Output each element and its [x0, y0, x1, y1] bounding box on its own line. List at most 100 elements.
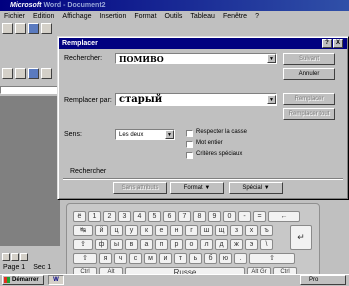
- key-2-3[interactable]: ц: [110, 225, 123, 236]
- format-button[interactable]: Format ▼: [170, 182, 224, 194]
- chevron-down-icon[interactable]: ▼: [165, 130, 174, 139]
- separator: [63, 178, 343, 180]
- whole-word-checkbox[interactable]: [186, 141, 193, 148]
- dialog-title: Remplacer: [59, 38, 347, 49]
- key-1-8[interactable]: 7: [178, 211, 191, 222]
- style-icon[interactable]: [2, 68, 13, 79]
- menu-fenetre[interactable]: Fenêtre: [223, 11, 247, 22]
- key-4-10[interactable]: ю: [219, 253, 232, 264]
- wildcards-checkbox[interactable]: [186, 152, 193, 159]
- close-icon[interactable]: X: [333, 39, 343, 48]
- key-2-9[interactable]: ш: [200, 225, 213, 236]
- key-3-13[interactable]: \: [260, 239, 273, 250]
- menu-tableau[interactable]: Tableau: [190, 11, 215, 22]
- replace-button[interactable]: Remplacer: [283, 93, 335, 105]
- menu-edition[interactable]: Edition: [33, 11, 54, 22]
- key-1-11[interactable]: 0: [223, 211, 236, 222]
- key-4-7[interactable]: т: [174, 253, 187, 264]
- key-4-3[interactable]: ч: [114, 253, 127, 264]
- key-4-4[interactable]: с: [129, 253, 142, 264]
- title-app: Microsoft: [10, 2, 42, 9]
- key-3-10[interactable]: д: [215, 239, 228, 250]
- status-page: Page 1: [3, 264, 26, 271]
- key-2-8[interactable]: г: [185, 225, 198, 236]
- layout-view-icon[interactable]: [11, 253, 19, 261]
- help-icon[interactable]: ?: [322, 39, 332, 48]
- key-4-8[interactable]: ь: [189, 253, 202, 264]
- replace-all-button[interactable]: Remplacer tout: [283, 108, 335, 120]
- direction-select[interactable]: Les deux ▼: [115, 129, 175, 140]
- menu-format[interactable]: Format: [134, 11, 156, 22]
- chevron-down-icon[interactable]: ▼: [267, 95, 276, 104]
- key-3-9[interactable]: л: [200, 239, 213, 250]
- normal-view-icon[interactable]: [2, 253, 10, 261]
- columns-icon[interactable]: [41, 68, 52, 79]
- key-1-13[interactable]: =: [253, 211, 266, 222]
- key-2-13[interactable]: ъ: [260, 225, 273, 236]
- key-4-1[interactable]: ⇧: [73, 253, 97, 264]
- key-3-11[interactable]: ж: [230, 239, 243, 250]
- font-icon[interactable]: [15, 68, 26, 79]
- key-4-9[interactable]: б: [204, 253, 217, 264]
- key-3-3[interactable]: ы: [110, 239, 123, 250]
- special-button[interactable]: Spécial ▼: [229, 182, 283, 194]
- key-3-6[interactable]: п: [155, 239, 168, 250]
- key-2-11[interactable]: з: [230, 225, 243, 236]
- key-3-1[interactable]: ⇪: [73, 239, 93, 250]
- replace-field[interactable]: старый ▼: [115, 93, 277, 106]
- ruler: [0, 86, 60, 94]
- match-case-checkbox[interactable]: [186, 130, 193, 137]
- key-2-4[interactable]: у: [125, 225, 138, 236]
- taskbar-word[interactable]: W: [48, 275, 64, 285]
- key-3-2[interactable]: ф: [95, 239, 108, 250]
- taskbar-pro[interactable]: Pro: [300, 275, 346, 285]
- key-1-9[interactable]: 8: [193, 211, 206, 222]
- key-1-3[interactable]: 2: [103, 211, 116, 222]
- menu-insertion[interactable]: Insertion: [99, 11, 126, 22]
- menu-affichage[interactable]: Affichage: [62, 11, 91, 22]
- open-folder-icon[interactable]: [15, 23, 26, 34]
- find-field[interactable]: ПОМИВО ▼: [115, 53, 277, 64]
- key-3-5[interactable]: а: [140, 239, 153, 250]
- key-3-12[interactable]: э: [245, 239, 258, 250]
- key-1-1[interactable]: ё: [73, 211, 86, 222]
- new-document-icon[interactable]: [2, 23, 13, 34]
- key-1-4[interactable]: 3: [118, 211, 131, 222]
- save-icon[interactable]: [28, 23, 39, 34]
- key-2-1[interactable]: ↹: [73, 225, 93, 236]
- start-button[interactable]: Démarrer: [2, 275, 44, 285]
- no-formatting-button[interactable]: Sans attributs: [113, 182, 167, 194]
- key-1-12[interactable]: -: [238, 211, 251, 222]
- key-1-7[interactable]: 6: [163, 211, 176, 222]
- key-1-14[interactable]: ←: [268, 211, 300, 222]
- key-4-11[interactable]: .: [234, 253, 247, 264]
- key-2-6[interactable]: е: [155, 225, 168, 236]
- menu-fichier[interactable]: Fichier: [4, 11, 25, 22]
- cancel-button[interactable]: Annuler: [283, 68, 335, 80]
- key-2-12[interactable]: х: [245, 225, 258, 236]
- key-2-10[interactable]: щ: [215, 225, 228, 236]
- enter-key[interactable]: ↵: [290, 225, 312, 250]
- menu-outils[interactable]: Outils: [165, 11, 183, 22]
- outline-view-icon[interactable]: [20, 253, 28, 261]
- key-3-8[interactable]: о: [185, 239, 198, 250]
- view-buttons: [0, 253, 40, 262]
- key-1-10[interactable]: 9: [208, 211, 221, 222]
- table-icon[interactable]: [28, 68, 39, 79]
- key-1-5[interactable]: 4: [133, 211, 146, 222]
- find-next-button[interactable]: Suivant: [283, 53, 335, 65]
- key-1-2[interactable]: 1: [88, 211, 101, 222]
- key-3-7[interactable]: р: [170, 239, 183, 250]
- key-4-5[interactable]: м: [144, 253, 157, 264]
- menu-help[interactable]: ?: [255, 11, 259, 22]
- key-2-5[interactable]: к: [140, 225, 153, 236]
- key-2-7[interactable]: н: [170, 225, 183, 236]
- key-1-6[interactable]: 5: [148, 211, 161, 222]
- key-4-6[interactable]: и: [159, 253, 172, 264]
- chevron-down-icon[interactable]: ▼: [267, 54, 276, 63]
- key-4-2[interactable]: я: [99, 253, 112, 264]
- key-4-12[interactable]: ⇧: [249, 253, 295, 264]
- key-3-4[interactable]: в: [125, 239, 138, 250]
- key-2-2[interactable]: й: [95, 225, 108, 236]
- print-icon[interactable]: [41, 23, 52, 34]
